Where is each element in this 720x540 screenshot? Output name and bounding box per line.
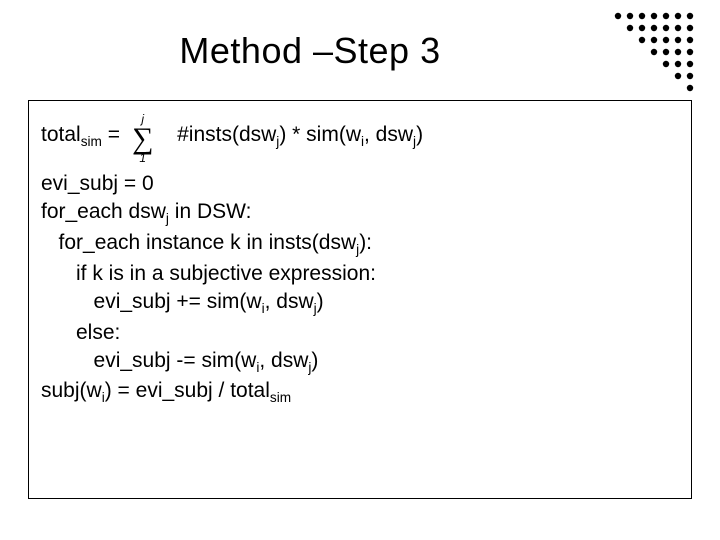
sum-lower-bound: 1 <box>139 152 146 164</box>
summation-symbol: j ∑ 1 <box>132 113 153 164</box>
slide: Method –Step 3 totalsim = j ∑ 1 #insts(d… <box>0 0 720 540</box>
algorithm-block: evi_subj = 0 for_each dswj in DSW: for_e… <box>41 170 679 408</box>
slide-title: Method –Step 3 <box>28 30 692 72</box>
formula-rhs: #insts(dswj) * sim(wi, dswj) <box>165 121 423 152</box>
formula-lhs: totalsim = <box>41 121 120 152</box>
sigma-icon: ∑ <box>132 125 153 152</box>
formula-row: totalsim = j ∑ 1 #insts(dswj) * sim(wi, … <box>41 113 679 160</box>
corner-dot-decoration <box>612 10 696 110</box>
content-box: totalsim = j ∑ 1 #insts(dswj) * sim(wi, … <box>28 100 692 499</box>
